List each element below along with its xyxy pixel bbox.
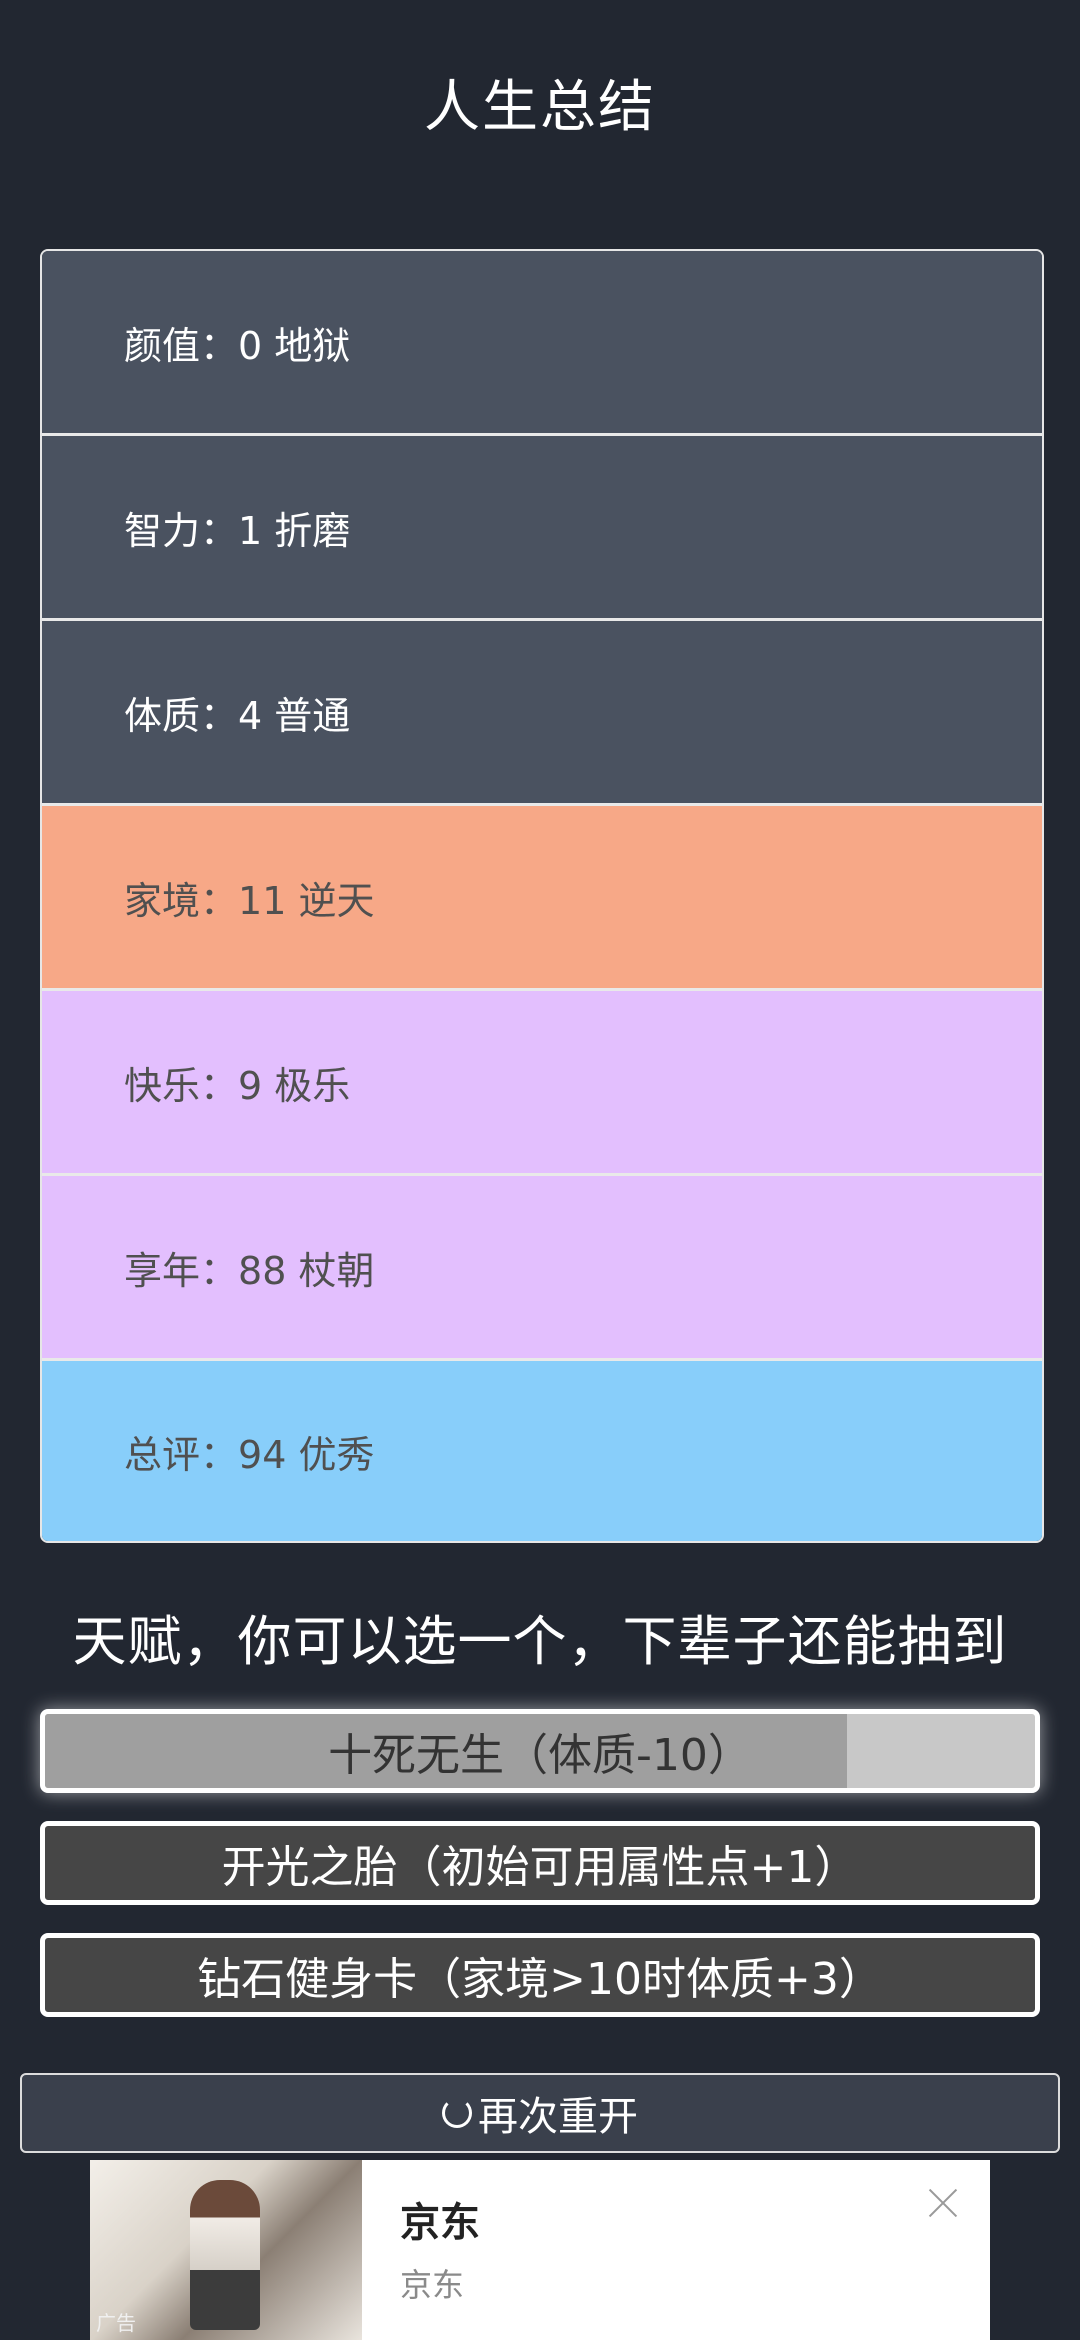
restart-label: 再次重开	[478, 2094, 638, 2140]
life-summary-panel: 颜值： 0 地狱 智力： 1 折磨 体质： 4 普通 家境： 11 逆天 快乐：…	[40, 249, 1044, 1543]
close-icon[interactable]	[926, 2186, 960, 2220]
ad-banner[interactable]: 广告 京东 京东	[90, 2160, 990, 2340]
summary-label: 智力：	[124, 508, 239, 553]
summary-row-intelligence: 智力： 1 折磨	[42, 436, 1042, 621]
summary-row-lifespan: 享年： 88 杖朝	[42, 1176, 1042, 1361]
refresh-icon	[442, 2098, 472, 2128]
ad-image: 广告	[90, 2160, 362, 2340]
summary-label: 体质：	[124, 693, 239, 738]
talent-option-3[interactable]: 钻石健身卡（家境>10时体质+3）	[40, 1933, 1040, 2017]
summary-label: 总评：	[124, 1432, 239, 1477]
talent-label: 十死无生（体质-10）	[328, 1730, 752, 1781]
ad-brand: 京东	[400, 2200, 480, 2246]
summary-value: 0 地狱	[238, 323, 351, 368]
summary-label: 颜值：	[124, 323, 239, 368]
summary-row-constitution: 体质： 4 普通	[42, 621, 1042, 806]
page-title: 人生总结	[424, 75, 656, 140]
ad-subtitle: 京东	[400, 2266, 465, 2304]
summary-value: 88 杖朝	[238, 1248, 375, 1293]
summary-row-family: 家境： 11 逆天	[42, 806, 1042, 991]
summary-row-happiness: 快乐： 9 极乐	[42, 991, 1042, 1176]
talent-heading: 天赋，你可以选一个，下辈子还能抽到	[72, 1610, 1008, 1673]
restart-button[interactable]: 再次重开	[20, 2073, 1060, 2153]
summary-label: 快乐：	[124, 1063, 239, 1108]
summary-value: 9 极乐	[238, 1063, 351, 1108]
summary-label: 享年：	[124, 1248, 239, 1293]
talent-label: 开光之胎（初始可用属性点+1）	[221, 1842, 859, 1893]
summary-label: 家境：	[124, 878, 239, 923]
talent-option-2[interactable]: 开光之胎（初始可用属性点+1）	[40, 1821, 1040, 1905]
summary-row-overall: 总评： 94 优秀	[42, 1361, 1042, 1541]
summary-value: 1 折磨	[238, 508, 351, 553]
ad-figure	[190, 2180, 260, 2330]
summary-value: 4 普通	[238, 693, 351, 738]
ad-tag: 广告	[96, 2311, 136, 2335]
summary-value: 11 逆天	[238, 878, 375, 923]
summary-value: 94 优秀	[238, 1432, 375, 1477]
talent-label: 钻石健身卡（家境>10时体质+3）	[197, 1954, 883, 2005]
summary-row-appearance: 颜值： 0 地狱	[42, 251, 1042, 436]
talent-option-1[interactable]: 十死无生（体质-10）	[40, 1709, 1040, 1793]
